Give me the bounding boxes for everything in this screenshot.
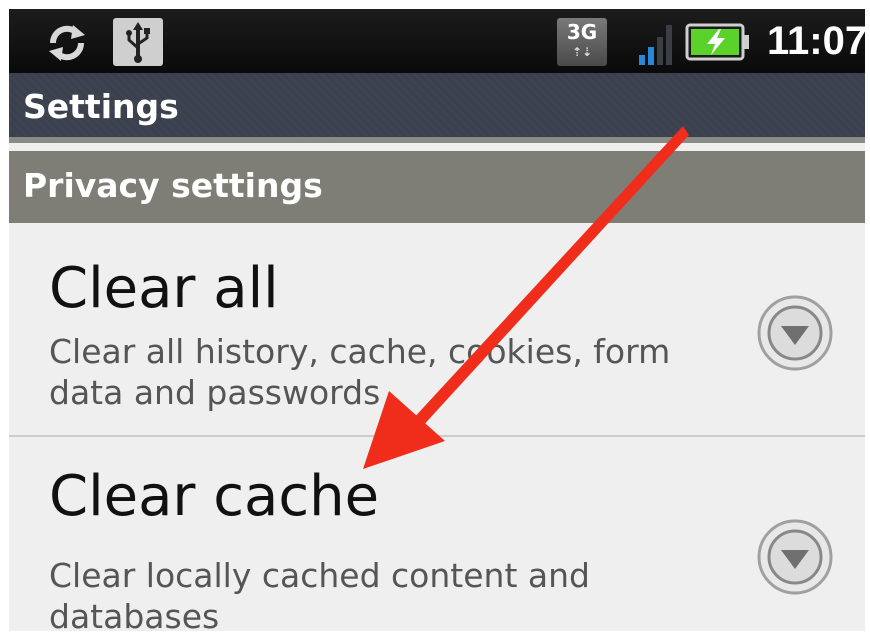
list-item-description: Clear all history, cache, cookies, form … <box>49 332 671 412</box>
network-3g-icon: 3G ⇡⇣ <box>557 18 607 66</box>
list-item-title: Clear all <box>49 256 279 321</box>
battery-charging-icon <box>685 23 749 61</box>
section-label: Privacy settings <box>23 166 323 205</box>
network-type-label: 3G <box>566 20 598 44</box>
list-item-clear-all[interactable]: Clear all Clear all history, cache, cook… <box>9 223 865 437</box>
usb-icon <box>113 18 163 66</box>
chevron-down-icon[interactable] <box>755 293 835 373</box>
chevron-down-icon[interactable] <box>755 517 835 597</box>
signal-icon <box>639 25 672 65</box>
status-bar: 3G ⇡⇣ 11:07 <box>9 9 865 73</box>
list-item-clear-cache[interactable]: Clear cache Clear locally cached content… <box>9 437 865 631</box>
phone-screen: 3G ⇡⇣ 11:07 Settings Privacy settings Cl… <box>9 9 865 631</box>
section-header-privacy: Privacy settings <box>9 151 865 223</box>
list-item-title: Clear cache <box>49 464 380 529</box>
clock: 11:07 <box>767 19 865 63</box>
list-item-description: Clear locally cached content and databas… <box>49 556 590 631</box>
sync-icon <box>49 25 85 61</box>
network-activity-arrows: ⇡⇣ <box>571 45 593 59</box>
app-title-bar: Settings <box>9 73 865 143</box>
page-title: Settings <box>23 87 179 126</box>
